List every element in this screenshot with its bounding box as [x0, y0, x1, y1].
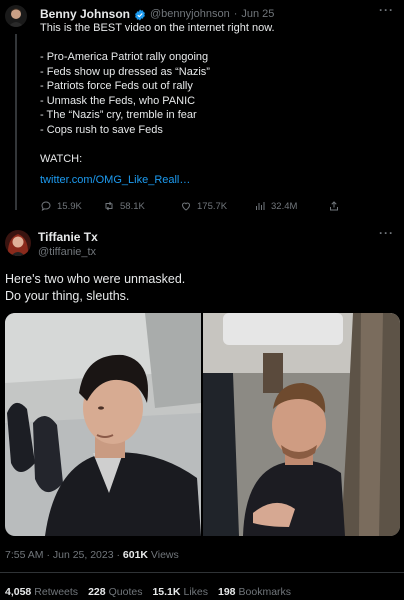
tweet2-views-label: Views: [148, 549, 179, 561]
like-count: 175.7K: [197, 200, 228, 212]
likes-stat[interactable]: 15.1K Likes: [152, 586, 208, 598]
tweet1-line-1: [40, 36, 390, 51]
avatar-benny-johnson[interactable]: [5, 5, 27, 27]
tweet1-more-icon[interactable]: ···: [379, 3, 394, 17]
quotes-stat[interactable]: 228 Quotes: [88, 586, 142, 598]
retweet-icon: [105, 201, 113, 211]
tweet1-line-8: [40, 137, 390, 152]
tweet1-date[interactable]: Jun 25: [241, 8, 274, 20]
share-icon: [330, 201, 338, 211]
tweet2-time-date[interactable]: 7:55 AM · Jun 25, 2023 ·: [5, 549, 123, 561]
thread-connector-line: [15, 34, 17, 210]
tweet2-handle[interactable]: @tiffanie_tx: [38, 246, 98, 258]
tweet1-author-name[interactable]: Benny Johnson: [40, 7, 130, 21]
reply-button[interactable]: 15.9K: [40, 200, 82, 212]
tweet2-text-line2: Do your thing, sleuths.: [5, 289, 130, 303]
divider-top: [0, 572, 404, 573]
avatar-tiffanie-tx[interactable]: [5, 230, 31, 256]
reply-icon: [41, 201, 51, 212]
tweet2-views-count: 601K: [122, 549, 149, 561]
retweet-count: 58.1K: [120, 200, 145, 212]
tweet1-line-2: - Pro-America Patriot rally ongoing: [40, 51, 209, 63]
tweet1-line-6: - The “Nazis” cry, tremble in fear: [40, 109, 197, 121]
like-icon: [181, 202, 191, 211]
likes-label: Likes: [183, 586, 208, 598]
views-count: 32.4M: [271, 200, 298, 212]
likes-count: 15.1K: [152, 586, 181, 598]
retweets-stat[interactable]: 4,058 Retweets: [5, 586, 78, 598]
quotes-label: Quotes: [108, 586, 143, 598]
tweet1-header: Benny Johnson @bennyjohnson · Jun 25: [40, 7, 274, 21]
tweet2-more-icon[interactable]: ···: [379, 226, 394, 240]
tweet1-separator: ·: [233, 8, 238, 20]
views-button[interactable]: 32.4M: [254, 200, 297, 212]
views-icon: [256, 202, 265, 210]
tweet2-body: Here's two who were unmasked. Do your th…: [5, 271, 185, 305]
tweet1-line-4: - Patriots force Feds out of rally: [40, 80, 193, 92]
tweet1-line-9: WATCH:: [40, 152, 83, 165]
reply-count: 15.9K: [57, 200, 82, 212]
retweets-label: Retweets: [34, 586, 79, 598]
retweet-button[interactable]: 58.1K: [103, 200, 145, 212]
tweet2-header: Tiffanie Tx @tiffanie_tx: [38, 230, 98, 258]
tweet1-line-3: - Feds show up dressed as “Nazis”: [40, 65, 210, 78]
bookmarks-count: 198: [218, 586, 236, 598]
tweet1-spacer: [40, 166, 390, 174]
tweet2-text-line1: Here's two who were unmasked.: [5, 272, 186, 286]
verified-badge-icon: [134, 8, 146, 21]
retweets-count: 4,058: [5, 586, 32, 598]
tweet2-photo-1[interactable]: [5, 313, 201, 536]
tweet2-photo-2[interactable]: [203, 313, 400, 536]
tweet1-line-5: - Unmask the Feds, who PANIC: [40, 94, 196, 107]
tweet1-link[interactable]: twitter.com/OMG_Like_Reall…: [40, 174, 390, 186]
share-button[interactable]: [328, 200, 340, 212]
quotes-count: 228: [88, 586, 106, 598]
tweet1-body: This is the BEST video on the internet r…: [40, 21, 390, 186]
tweet1-action-bar: 15.9K 58.1K 175.7K 32.4M: [40, 200, 380, 216]
like-button[interactable]: 175.7K: [180, 200, 227, 212]
tweet1-handle[interactable]: @bennyjohnson: [150, 8, 230, 20]
tweet2-timestamp[interactable]: 7:55 AM · Jun 25, 2023 · 601K Views: [5, 549, 179, 561]
tweet2-engagement-stats: 4,058 Retweets 228 Quotes 15.1K Likes 198 Bo…: [5, 586, 291, 598]
tweet1-line-7: - Cops rush to save Feds: [40, 123, 163, 136]
bookmarks-stat[interactable]: 198 Bookmarks: [218, 586, 291, 598]
tweet2-author-name[interactable]: Tiffanie Tx: [38, 230, 98, 244]
bookmarks-label: Bookmarks: [238, 586, 292, 598]
tweet1-line-0: This is the BEST video on the internet r…: [40, 22, 275, 34]
